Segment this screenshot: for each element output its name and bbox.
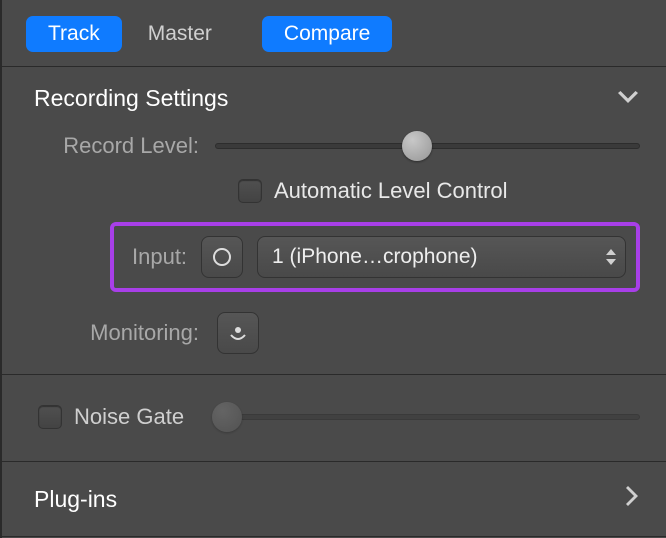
monitoring-label: Monitoring: bbox=[34, 320, 199, 346]
noise-gate-checkbox[interactable] bbox=[38, 405, 62, 429]
tab-master[interactable]: Master bbox=[126, 16, 234, 52]
input-value: 1 (iPhone…crophone) bbox=[272, 245, 477, 269]
record-level-label: Record Level: bbox=[34, 133, 199, 159]
stepper-icon bbox=[605, 248, 617, 266]
slider-track bbox=[212, 414, 640, 420]
noise-gate-slider[interactable] bbox=[212, 397, 640, 437]
record-level-slider[interactable] bbox=[215, 126, 640, 166]
monitoring-icon bbox=[227, 323, 249, 343]
plugins-title: Plug-ins bbox=[34, 486, 117, 513]
input-dropdown[interactable]: 1 (iPhone…crophone) bbox=[257, 236, 626, 278]
recording-settings-section: Recording Settings Record Level: Automat… bbox=[2, 67, 666, 375]
monitoring-toggle[interactable] bbox=[217, 312, 259, 354]
input-channel-toggle[interactable] bbox=[201, 236, 243, 278]
noise-gate-label: Noise Gate bbox=[74, 404, 184, 430]
chevron-right-icon bbox=[626, 484, 640, 514]
input-label: Input: bbox=[132, 244, 187, 270]
auto-level-row: Automatic Level Control bbox=[2, 172, 666, 222]
view-tabs: Track Master Compare bbox=[2, 0, 666, 67]
input-highlight: Input: 1 (iPhone…crophone) bbox=[110, 222, 640, 292]
plugins-section: Plug-ins bbox=[2, 462, 666, 537]
tab-compare[interactable]: Compare bbox=[262, 16, 392, 52]
auto-level-checkbox[interactable] bbox=[238, 179, 262, 203]
slider-thumb[interactable] bbox=[212, 402, 242, 432]
plugins-header[interactable]: Plug-ins bbox=[2, 462, 666, 536]
recording-settings-title: Recording Settings bbox=[34, 85, 228, 112]
chevron-down-icon bbox=[616, 85, 640, 112]
noise-gate-section: Noise Gate bbox=[2, 375, 666, 462]
recording-settings-header[interactable]: Recording Settings bbox=[2, 67, 666, 126]
slider-thumb[interactable] bbox=[402, 131, 432, 161]
monitoring-row: Monitoring: bbox=[2, 308, 666, 374]
tab-track[interactable]: Track bbox=[26, 16, 122, 52]
circle-icon bbox=[213, 248, 231, 266]
record-level-row: Record Level: bbox=[2, 126, 666, 172]
auto-level-label: Automatic Level Control bbox=[274, 178, 508, 204]
